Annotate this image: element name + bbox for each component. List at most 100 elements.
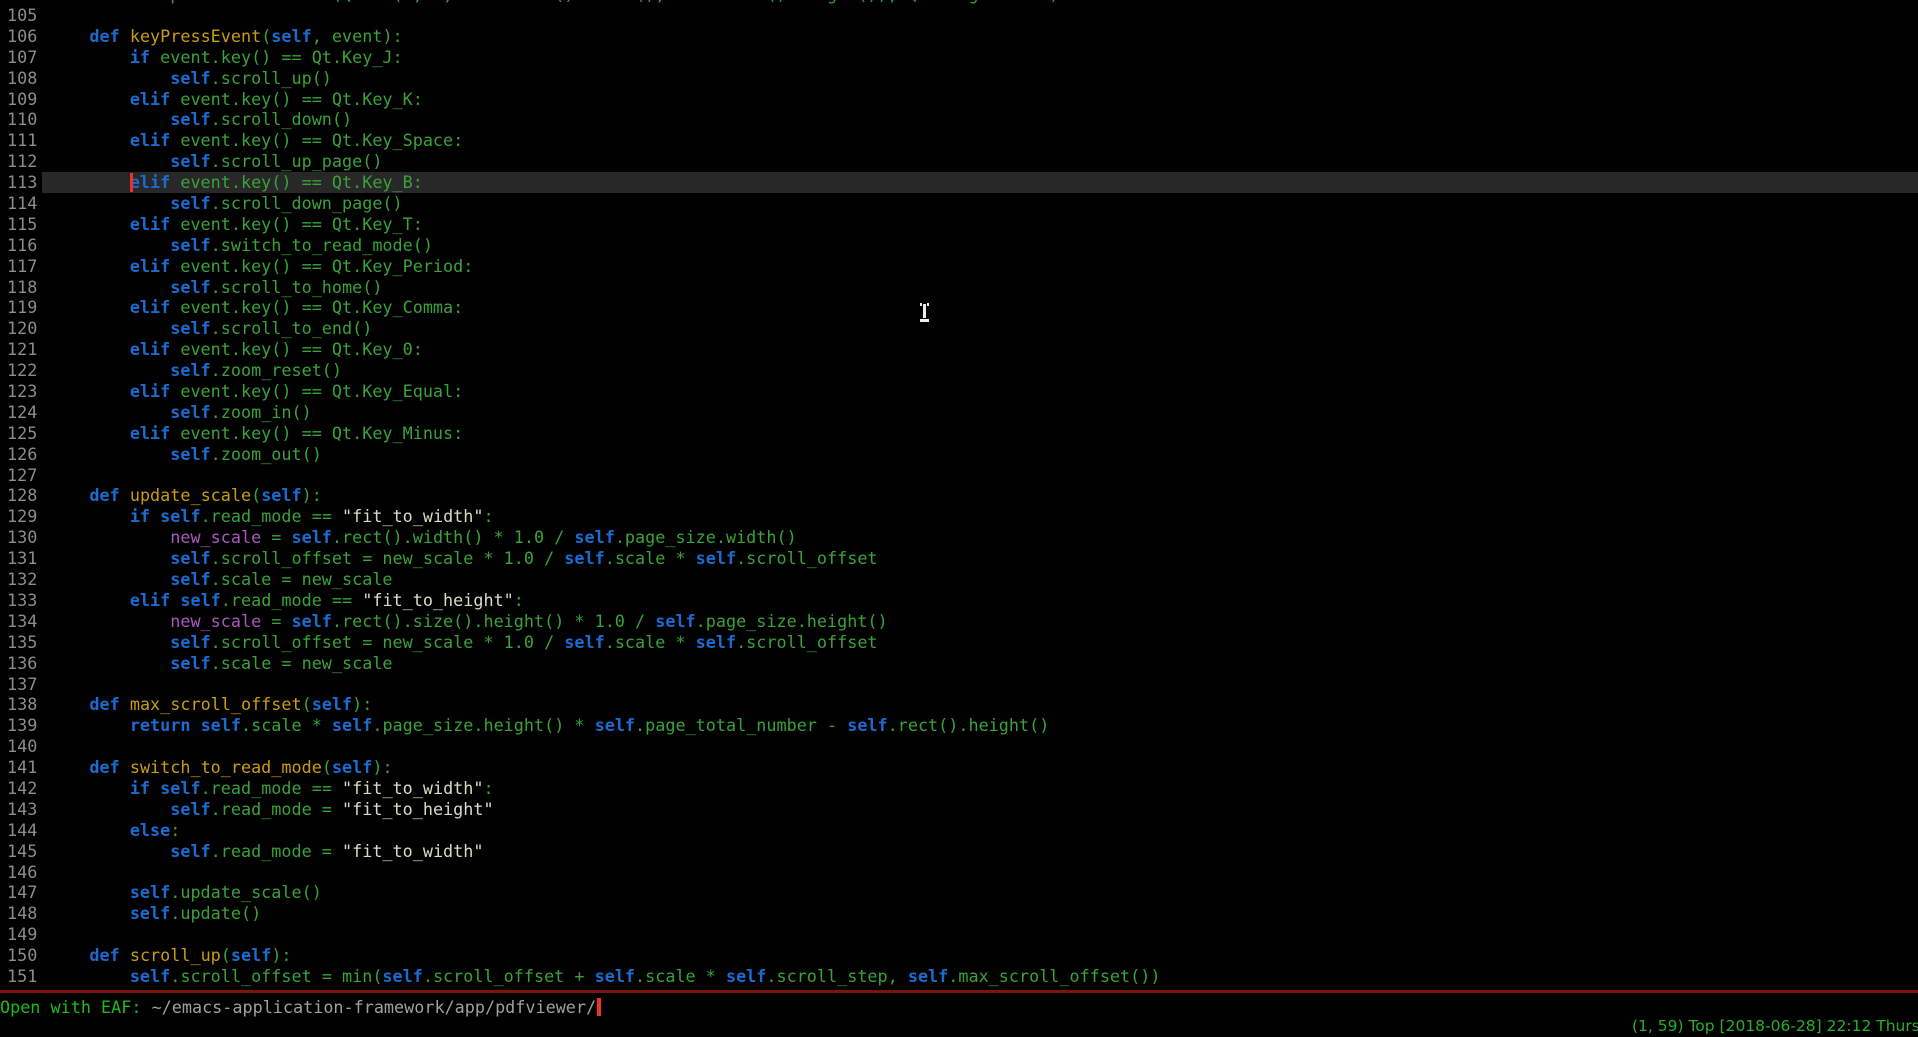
code-line[interactable]: 145 self.read_mode = "fit_to_width"	[0, 841, 1918, 862]
line-number: 126	[0, 444, 42, 465]
line-number: 117	[0, 256, 42, 277]
line-number: 134	[0, 611, 42, 632]
code-text: def switch_to_read_mode(self):	[42, 757, 1918, 778]
code-line[interactable]: 111 elif event.key() == Qt.Key_Space:	[0, 130, 1918, 151]
code-text: else:	[42, 820, 1918, 841]
code-text	[42, 862, 1918, 883]
code-line[interactable]: 124 self.zoom_in()	[0, 402, 1918, 423]
code-line[interactable]: 109 elif event.key() == Qt.Key_K:	[0, 89, 1918, 110]
code-text: elif event.key() == Qt.Key_T:	[42, 214, 1918, 235]
line-number: 105	[0, 5, 42, 26]
line-number: 150	[0, 945, 42, 966]
code-text: elif event.key() == Qt.Key_0:	[42, 339, 1918, 360]
code-line[interactable]: 128 def update_scale(self):	[0, 485, 1918, 506]
code-text: self.scroll_up_page()	[42, 151, 1918, 172]
code-line[interactable]: 127	[0, 465, 1918, 486]
code-text: def keyPressEvent(self, event):	[42, 26, 1918, 47]
code-line[interactable]: 140	[0, 736, 1918, 757]
code-line[interactable]: 144 else:	[0, 820, 1918, 841]
code-text: self.scroll_offset = new_scale * 1.0 / s…	[42, 548, 1918, 569]
code-line[interactable]: 151 self.scroll_offset = min(self.scroll…	[0, 966, 1918, 987]
code-line[interactable]: 147 self.update_scale()	[0, 882, 1918, 903]
code-line[interactable]: 106 def keyPressEvent(self, event):	[0, 26, 1918, 47]
code-text: self.scroll_down()	[42, 109, 1918, 130]
code-line[interactable]: 115 elif event.key() == Qt.Key_T:	[0, 214, 1918, 235]
code-line[interactable]: 136 self.scale = new_scale	[0, 653, 1918, 674]
minibuffer[interactable]: Open with EAF: ~/emacs-application-frame…	[0, 996, 1918, 1017]
code-line[interactable]: 120 self.scroll_to_end()	[0, 318, 1918, 339]
line-number: 115	[0, 214, 42, 235]
line-number: 118	[0, 277, 42, 298]
code-line[interactable]: 105	[0, 5, 1918, 26]
code-text: if event.key() == Qt.Key_J:	[42, 47, 1918, 68]
line-number: 145	[0, 841, 42, 862]
code-line[interactable]: 112 self.scroll_up_page()	[0, 151, 1918, 172]
code-text: new_scale = self.rect().size().height() …	[42, 611, 1918, 632]
code-text	[42, 674, 1918, 695]
code-text: self.scroll_to_end()	[42, 318, 1918, 339]
code-line[interactable]: 125 elif event.key() == Qt.Key_Minus:	[0, 423, 1918, 444]
code-line[interactable]: 134 new_scale = self.rect().size().heigh…	[0, 611, 1918, 632]
line-number: 124	[0, 402, 42, 423]
code-text	[42, 924, 1918, 945]
line-number: 108	[0, 68, 42, 89]
code-line[interactable]: 107 if event.key() == Qt.Key_J:	[0, 47, 1918, 68]
code-text: elif event.key() == Qt.Key_Space:	[42, 130, 1918, 151]
code-lines[interactable]: 105106 def keyPressEvent(self, event):10…	[0, 5, 1918, 987]
code-line[interactable]: 114 self.scroll_down_page()	[0, 193, 1918, 214]
line-number: 120	[0, 318, 42, 339]
code-line[interactable]: 113 elif event.key() == Qt.Key_B:	[0, 172, 1918, 193]
line-number: 141	[0, 757, 42, 778]
code-text: self.scroll_offset = min(self.scroll_off…	[42, 966, 1918, 987]
code-line[interactable]: 130 new_scale = self.rect().width() * 1.…	[0, 527, 1918, 548]
code-line[interactable]: 138 def max_scroll_offset(self):	[0, 694, 1918, 715]
line-number: 110	[0, 109, 42, 130]
code-line[interactable]: 137	[0, 674, 1918, 695]
code-line[interactable]: 141 def switch_to_read_mode(self):	[0, 757, 1918, 778]
code-line[interactable]: 150 def scroll_up(self):	[0, 945, 1918, 966]
code-line[interactable]: 129 if self.read_mode == "fit_to_width":	[0, 506, 1918, 527]
line-number: 123	[0, 381, 42, 402]
line-number: 127	[0, 465, 42, 486]
line-number: 137	[0, 674, 42, 695]
code-text: elif event.key() == Qt.Key_Comma:	[42, 297, 1918, 318]
code-line[interactable]: 110 self.scroll_down()	[0, 109, 1918, 130]
code-line[interactable]: 131 self.scroll_offset = new_scale * 1.0…	[0, 548, 1918, 569]
line-number: 136	[0, 653, 42, 674]
code-text: elif self.read_mode == "fit_to_height":	[42, 590, 1918, 611]
code-line[interactable]: 143 self.read_mode = "fit_to_height"	[0, 799, 1918, 820]
minibuffer-input-value[interactable]: ~/emacs-application-framework/app/pdfvie…	[152, 997, 597, 1017]
code-line[interactable]: 132 self.scale = new_scale	[0, 569, 1918, 590]
code-text: elif event.key() == Qt.Key_Period:	[42, 256, 1918, 277]
code-line[interactable]: 148 self.update()	[0, 903, 1918, 924]
code-line[interactable]: 135 self.scroll_offset = new_scale * 1.0…	[0, 632, 1918, 653]
code-line[interactable]: 121 elif event.key() == Qt.Key_0:	[0, 339, 1918, 360]
code-line[interactable]: 118 self.scroll_to_home()	[0, 277, 1918, 298]
minibuffer-cursor	[597, 998, 601, 1016]
code-line[interactable]: 108 self.scroll_up()	[0, 68, 1918, 89]
line-number: 111	[0, 130, 42, 151]
line-number: 132	[0, 569, 42, 590]
line-number: 148	[0, 903, 42, 924]
code-text: self.scroll_to_home()	[42, 277, 1918, 298]
code-line[interactable]: 139 return self.scale * self.page_size.h…	[0, 715, 1918, 736]
code-editor[interactable]: painter.drawText(QRect(0, 0, self.rect()…	[0, 0, 1918, 987]
line-number: 121	[0, 339, 42, 360]
code-line[interactable]: 117 elif event.key() == Qt.Key_Period:	[0, 256, 1918, 277]
code-text: new_scale = self.rect().width() * 1.0 / …	[42, 527, 1918, 548]
code-text: self.zoom_out()	[42, 444, 1918, 465]
code-line[interactable]: 123 elif event.key() == Qt.Key_Equal:	[0, 381, 1918, 402]
code-line[interactable]: 126 self.zoom_out()	[0, 444, 1918, 465]
line-number: 128	[0, 485, 42, 506]
line-number: 130	[0, 527, 42, 548]
code-line[interactable]: 122 self.zoom_reset()	[0, 360, 1918, 381]
code-line[interactable]: 149	[0, 924, 1918, 945]
code-line[interactable]: 146	[0, 862, 1918, 883]
code-text: self.update_scale()	[42, 882, 1918, 903]
code-line[interactable]: 142 if self.read_mode == "fit_to_width":	[0, 778, 1918, 799]
code-line[interactable]: 119 elif event.key() == Qt.Key_Comma:	[0, 297, 1918, 318]
code-line[interactable]: 133 elif self.read_mode == "fit_to_heigh…	[0, 590, 1918, 611]
code-text: if self.read_mode == "fit_to_width":	[42, 778, 1918, 799]
code-text: self.scale = new_scale	[42, 653, 1918, 674]
code-line[interactable]: 116 self.switch_to_read_mode()	[0, 235, 1918, 256]
